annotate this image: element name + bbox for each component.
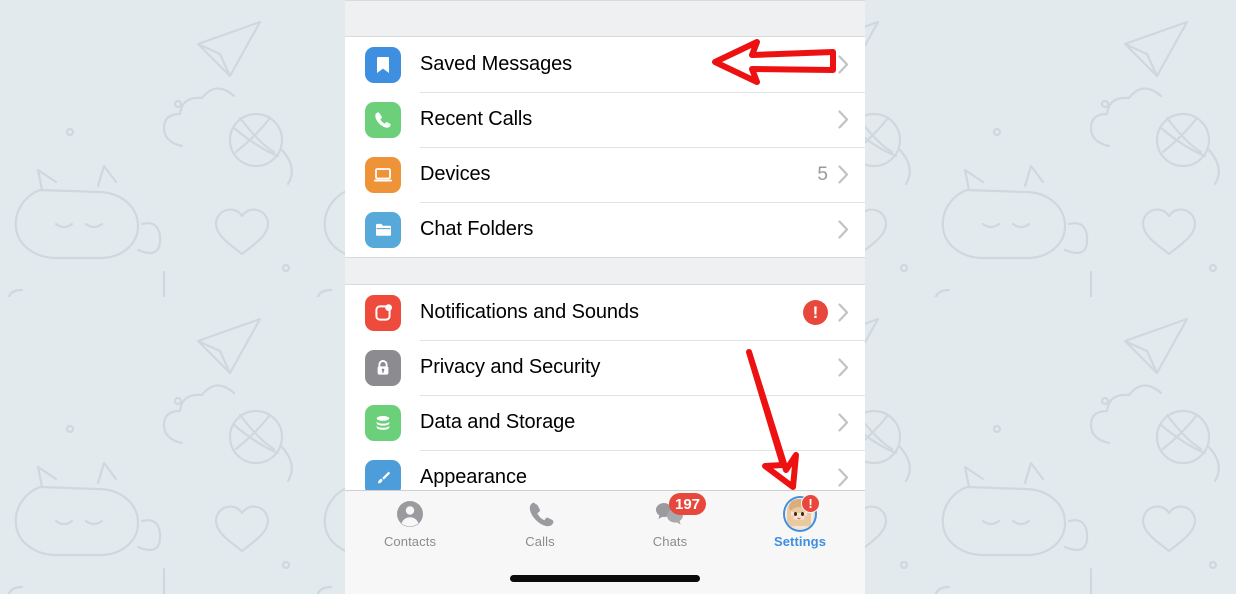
chevron-right-icon xyxy=(838,413,849,432)
settings-row-recent-calls[interactable]: Recent Calls xyxy=(345,92,865,147)
lock-icon xyxy=(365,349,401,386)
chevron-right-icon xyxy=(838,165,849,184)
settings-group-chats: Saved Messages Recent Calls Devices 5 Ch… xyxy=(345,37,865,257)
tab-settings[interactable]: ! Settings xyxy=(735,494,865,549)
settings-row-label: Appearance xyxy=(420,466,527,488)
avatar-icon: ! xyxy=(783,494,820,532)
settings-row-accessory: 5 xyxy=(817,164,865,186)
tab-label: Chats xyxy=(652,534,688,549)
chat-bubbles-icon: 197 xyxy=(653,493,707,531)
screenshot-root: Saved Messages Recent Calls Devices 5 Ch… xyxy=(0,0,1236,594)
bookmark-icon xyxy=(365,46,401,83)
settings-row-accessory xyxy=(838,468,865,487)
tab-label: Settings xyxy=(773,534,827,549)
alert-badge: ! xyxy=(803,300,828,325)
settings-row-devices[interactable]: Devices 5 xyxy=(345,147,865,202)
notification-icon xyxy=(365,294,401,331)
settings-alert-badge: ! xyxy=(801,494,820,513)
tab-label: Calls xyxy=(525,534,555,549)
settings-group-preferences: Notifications and Sounds ! Privacy and S… xyxy=(345,285,865,505)
tab-bar: Contacts Calls 197 Chats ! Settings xyxy=(345,490,865,594)
chevron-right-icon xyxy=(838,55,849,74)
tab-calls[interactable]: Calls xyxy=(475,497,605,549)
settings-row-accessory: ! xyxy=(803,300,865,325)
person-circle-icon xyxy=(393,497,427,531)
settings-row-accessory xyxy=(838,55,865,74)
settings-row-accessory xyxy=(838,110,865,129)
chevron-right-icon xyxy=(838,468,849,487)
settings-row-chat-folders[interactable]: Chat Folders xyxy=(345,202,865,257)
settings-row-privacy-and-security[interactable]: Privacy and Security xyxy=(345,340,865,395)
chats-unread-badge: 197 xyxy=(669,493,707,515)
phone-icon xyxy=(365,101,401,138)
settings-row-label: Recent Calls xyxy=(420,108,533,130)
settings-row-accessory xyxy=(838,358,865,377)
phone-screen: Saved Messages Recent Calls Devices 5 Ch… xyxy=(345,0,865,594)
settings-row-label: Devices xyxy=(420,163,491,185)
chevron-right-icon xyxy=(838,358,849,377)
settings-row-accessory xyxy=(838,220,865,239)
settings-row-label: Chat Folders xyxy=(420,218,534,240)
tab-chats[interactable]: 197 Chats xyxy=(605,493,735,549)
settings-row-saved-messages[interactable]: Saved Messages xyxy=(345,37,865,92)
tab-contacts[interactable]: Contacts xyxy=(345,497,475,549)
chevron-right-icon xyxy=(838,110,849,129)
section-spacer-top xyxy=(345,0,865,37)
database-icon xyxy=(365,404,401,441)
folder-icon xyxy=(365,211,401,248)
laptop-icon xyxy=(365,156,401,193)
section-spacer-middle xyxy=(345,257,865,285)
home-indicator xyxy=(510,575,700,582)
tab-list: Contacts Calls 197 Chats ! Settings xyxy=(345,491,865,569)
settings-row-label: Privacy and Security xyxy=(420,356,601,378)
settings-row-notifications-and-sounds[interactable]: Notifications and Sounds ! xyxy=(345,285,865,340)
tab-label: Contacts xyxy=(383,534,437,549)
settings-row-label: Saved Messages xyxy=(420,53,573,75)
settings-row-data-and-storage[interactable]: Data and Storage xyxy=(345,395,865,450)
settings-row-label: Data and Storage xyxy=(420,411,576,433)
settings-row-accessory xyxy=(838,413,865,432)
chevron-right-icon xyxy=(838,303,849,322)
chevron-right-icon xyxy=(838,220,849,239)
phone-handset-icon xyxy=(523,497,557,531)
settings-row-value: 5 xyxy=(817,163,828,185)
settings-row-label: Notifications and Sounds xyxy=(420,301,639,323)
